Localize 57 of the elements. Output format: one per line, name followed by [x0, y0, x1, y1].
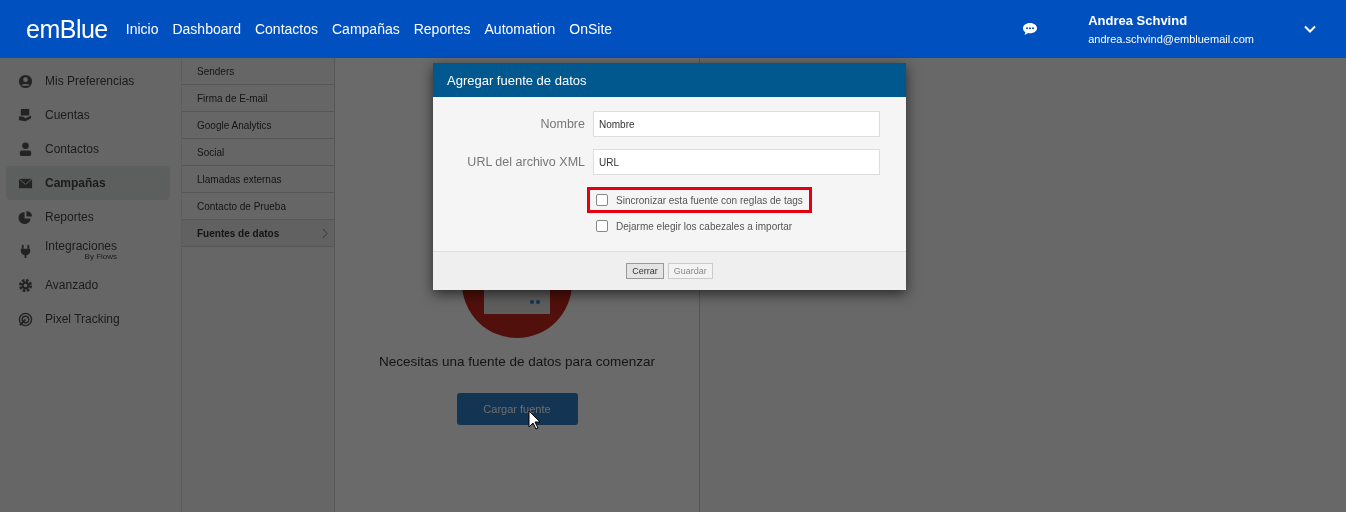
chevron-right-icon: [322, 227, 328, 239]
item-label: Cuentas: [45, 108, 90, 122]
item-label: Mis Preferencias: [45, 74, 135, 88]
logo: emBlue: [26, 14, 108, 44]
chevron-down-icon[interactable]: [1304, 25, 1316, 33]
chat-icon[interactable]: [1022, 22, 1039, 36]
nav-link[interactable]: Dashboard: [172, 21, 241, 37]
submenu-item[interactable]: Google Analytics: [182, 112, 334, 139]
item-label: Fuentes de datos: [197, 227, 280, 239]
mail-icon: [18, 175, 33, 191]
gear-icon: [18, 277, 33, 293]
load-source-button[interactable]: Cargar fuente: [456, 393, 578, 425]
item-label: Pixel Tracking: [45, 312, 120, 326]
submenu-item[interactable]: Llamadas externas: [182, 166, 334, 193]
checkbox[interactable]: [596, 194, 608, 206]
checkbox[interactable]: [596, 220, 608, 232]
pie-chart-icon: [18, 209, 33, 225]
item-label: Avanzado: [45, 278, 99, 292]
nav-link[interactable]: Inicio: [125, 21, 159, 37]
user-email: andrea.schvind@embluemail.com: [1088, 33, 1254, 45]
nav-link[interactable]: Automation: [484, 21, 556, 37]
dialog-title: Agregar fuente de datos: [447, 72, 587, 88]
item-label: Reportes: [45, 210, 94, 224]
option-label: Sincronizar esta fuente con reglas de tags: [616, 194, 803, 206]
user-name: Andrea Schvind: [1088, 13, 1189, 28]
input-field[interactable]: Nombre: [593, 111, 880, 137]
submenu-item[interactable]: Firma de E-mail: [182, 85, 334, 112]
submenu-item[interactable]: Fuentes de datos: [182, 220, 334, 247]
item-label: Integraciones: [45, 240, 118, 254]
target-icon: [18, 311, 33, 327]
sidebar-item[interactable]: Integraciones By Flows: [6, 234, 170, 268]
accounts-icon: [18, 107, 33, 123]
sidebar-item[interactable]: Campañas: [6, 166, 170, 200]
input-field[interactable]: URL: [593, 149, 880, 175]
sidebar-item[interactable]: Contactos: [6, 132, 170, 166]
dialog-button[interactable]: Cerrar: [626, 263, 664, 279]
user-icon: [18, 73, 33, 89]
sidebar-item[interactable]: Mis Preferencias: [6, 64, 170, 98]
submenu-item[interactable]: Senders: [182, 58, 334, 85]
option-label: Dejarme elegir los cabezales a importar: [616, 220, 793, 232]
sidebar-item[interactable]: Avanzado: [6, 268, 170, 302]
field-label: Nombre: [539, 117, 586, 131]
empty-message: Necesitas una fuente de datos para comenzar: [378, 354, 656, 369]
sidebar-item[interactable]: Cuentas: [6, 98, 170, 132]
nav-link[interactable]: Campañas: [332, 21, 400, 37]
sidebar-item[interactable]: Reportes: [6, 200, 170, 234]
nav-link[interactable]: OnSite: [569, 21, 613, 37]
item-sublabel: By Flows: [84, 253, 118, 262]
plug-icon: [18, 243, 33, 259]
item-label: Contactos: [45, 142, 100, 156]
nav-link[interactable]: Contactos: [254, 21, 318, 37]
field-label: URL del archivo XML: [466, 155, 586, 169]
nav-link[interactable]: Reportes: [413, 21, 471, 37]
item-label: Campañas: [45, 176, 106, 190]
submenu-item[interactable]: Social: [182, 139, 334, 166]
sidebar-item[interactable]: Pixel Tracking: [6, 302, 170, 336]
person-icon: [18, 141, 33, 157]
